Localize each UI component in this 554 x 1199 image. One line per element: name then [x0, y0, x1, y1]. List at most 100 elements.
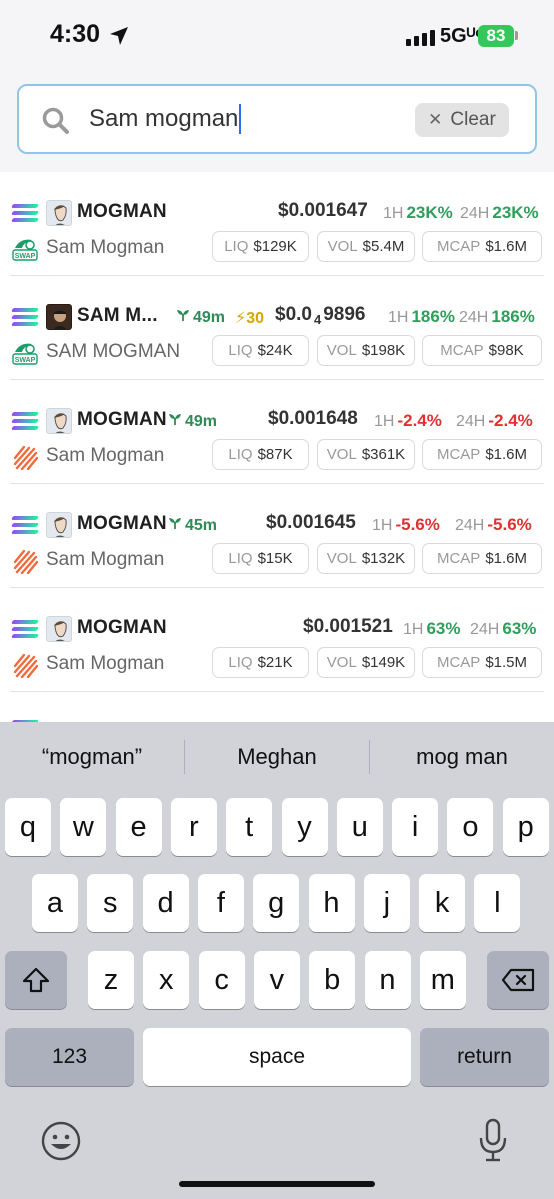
close-icon: ✕ — [428, 110, 443, 129]
token-subname: Sam Mogman — [46, 445, 165, 466]
key-z[interactable]: z — [88, 951, 134, 1009]
vol-pill: VOL $198K — [317, 335, 415, 366]
mcap-pill: MCAP $1.6M — [422, 231, 542, 262]
token-name: MOGMAN — [77, 617, 167, 638]
change-1h-label: 1H — [372, 517, 393, 534]
key-x[interactable]: x — [143, 951, 190, 1009]
key-d[interactable]: d — [142, 874, 189, 932]
token-name: MOGMAN — [77, 201, 167, 222]
svg-text:SWAP: SWAP — [15, 253, 36, 260]
key-o[interactable]: o — [447, 798, 494, 856]
suggestion-item[interactable]: “mogman” — [0, 744, 184, 770]
token-age-value: 49m — [185, 412, 218, 430]
token-age: 49m — [168, 412, 217, 431]
result-row[interactable]: MOGMAN 49m $0.001648 1H -2.4% 24H -2.4% Sam Mog… — [0, 380, 554, 484]
key-k[interactable]: k — [419, 874, 466, 932]
liq-pill-label: LIQ — [228, 654, 253, 671]
mcap-pill-value: $1.6M — [485, 550, 528, 567]
search-icon — [42, 107, 69, 134]
sprout-icon — [176, 308, 190, 327]
key-p[interactable]: p — [502, 798, 549, 856]
change-1h-value: -5.6% — [395, 515, 440, 534]
key-r[interactable]: r — [170, 798, 217, 856]
token-subname: Sam Mogman — [46, 549, 165, 570]
home-indicator — [179, 1181, 375, 1187]
return-key[interactable]: return — [420, 1028, 549, 1086]
key-y[interactable]: y — [281, 798, 328, 856]
liq-pill-value: $24K — [257, 342, 293, 359]
key-a[interactable]: a — [32, 874, 78, 932]
status-bar: 4:30 5Gᵁᶜ 83 — [0, 0, 554, 72]
result-row[interactable] — [0, 692, 554, 722]
solana-icon — [11, 202, 39, 224]
change-1h-label: 1H — [383, 205, 404, 222]
change-1h-value: 23K% — [406, 203, 453, 222]
search-input[interactable]: Sam mogman — [89, 102, 242, 136]
liq-pill-label: LIQ — [224, 238, 249, 255]
liq-pill-value: $129K — [253, 238, 297, 255]
suggestion-item[interactable]: Meghan — [185, 744, 369, 770]
token-price: $0.001647 — [278, 200, 368, 222]
key-i[interactable]: i — [392, 798, 439, 856]
result-row[interactable]: SAM M... 49m ⚡30 $0.0 4 9896 1H 186% 24H 186% SWAP… — [0, 276, 554, 380]
key-g[interactable]: g — [253, 874, 300, 932]
vol-pill-label: VOL — [326, 550, 357, 567]
change-24h-value: 186% — [491, 307, 535, 326]
pump-icon — [12, 444, 39, 471]
change-1h: 1H 186% — [388, 307, 455, 327]
key-v[interactable]: v — [253, 951, 300, 1009]
suggestion-bar: “mogman” Meghan mog man — [0, 722, 554, 794]
change-24h-value: 63% — [502, 619, 537, 638]
solana-icon — [11, 410, 39, 432]
key-l[interactable]: l — [474, 874, 521, 932]
key-f[interactable]: f — [197, 874, 244, 932]
change-1h-label: 1H — [374, 413, 395, 430]
delete-key[interactable] — [487, 951, 549, 1009]
key-t[interactable]: t — [226, 798, 273, 856]
change-24h-value: 23K% — [492, 203, 539, 222]
key-b[interactable]: b — [309, 951, 356, 1009]
change-1h: 1H -5.6% — [372, 515, 440, 535]
clear-button[interactable]: ✕ Clear — [415, 103, 509, 137]
numbers-key[interactable]: 123 — [5, 1028, 134, 1086]
vol-pill-label: VOL — [326, 654, 357, 671]
token-subname: SAM MOGMAN — [46, 341, 181, 362]
battery-icon: 83 — [478, 25, 514, 47]
shift-key[interactable] — [5, 951, 67, 1009]
key-u[interactable]: u — [336, 798, 383, 856]
key-s[interactable]: s — [87, 874, 134, 932]
svg-text:SWAP: SWAP — [15, 357, 36, 364]
price-tail: 9896 — [323, 304, 366, 325]
result-row[interactable]: MOGMAN $0.001647 1H 23K% 24H 23K% SWAP Sam Mogm… — [0, 172, 554, 276]
liq-pill-label: LIQ — [228, 446, 253, 463]
change-24h: 24H -2.4% — [456, 411, 533, 431]
microphone-icon[interactable] — [478, 1118, 508, 1164]
vol-pill: VOL $149K — [317, 647, 415, 678]
key-e[interactable]: e — [115, 798, 162, 856]
key-q[interactable]: q — [5, 798, 51, 856]
key-w[interactable]: w — [60, 798, 107, 856]
change-1h-value: 186% — [411, 307, 455, 326]
suggestion-item[interactable]: mog man — [370, 744, 554, 770]
emoji-icon[interactable] — [40, 1120, 82, 1162]
vol-pill-value: $149K — [361, 654, 406, 671]
mcap-pill: MCAP $1.6M — [422, 543, 542, 574]
search-box[interactable]: Sam mogman ✕ Clear — [17, 84, 537, 154]
vol-pill-value: $361K — [361, 446, 406, 463]
key-h[interactable]: h — [308, 874, 355, 932]
change-24h-label: 24H — [460, 205, 490, 222]
vol-pill-value: $198K — [361, 342, 406, 359]
mcap-pill: MCAP $1.5M — [422, 647, 542, 678]
space-key[interactable]: space — [143, 1028, 411, 1086]
key-c[interactable]: c — [198, 951, 245, 1009]
swap-icon: SWAP — [12, 236, 38, 262]
token-subname: Sam Mogman — [46, 237, 165, 258]
key-j[interactable]: j — [363, 874, 410, 932]
change-24h-value: -5.6% — [487, 515, 532, 534]
key-m[interactable]: m — [419, 951, 466, 1009]
result-row[interactable]: MOGMAN $0.001521 1H 63% 24H 63% Sam Mogman LIQ $… — [0, 588, 554, 692]
result-row[interactable]: MOGMAN 45m $0.001645 1H -5.6% 24H -5.6% Sam Mog… — [0, 484, 554, 588]
sprout-icon — [168, 412, 182, 431]
key-n[interactable]: n — [364, 951, 411, 1009]
token-price: $0.001521 — [303, 616, 393, 638]
